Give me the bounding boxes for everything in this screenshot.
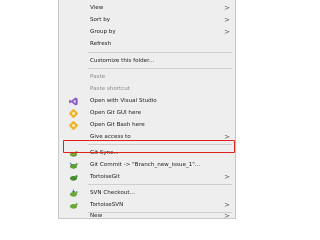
menu-item-label: Open Git Bash here <box>90 122 145 128</box>
chevron-right-icon: > <box>224 16 230 24</box>
menu-item-label: Git Commit -> "Branch_new_issue_1"... <box>90 162 201 168</box>
annotation-highlight-box <box>63 140 235 153</box>
menu-item-new[interactable]: New > <box>59 213 235 219</box>
chevron-right-icon: > <box>224 28 230 36</box>
chevron-right-icon: > <box>224 213 230 219</box>
menu-item-tortoisegit[interactable]: TortoiseGit > <box>59 171 235 183</box>
menu-item-label: View <box>90 5 104 11</box>
menu-item-sort-by[interactable]: Sort by > <box>59 14 235 26</box>
visual-studio-icon <box>69 97 78 106</box>
menu-item-git-commit[interactable]: Git Commit -> "Branch_new_issue_1"... <box>59 159 235 171</box>
menu-item-refresh[interactable]: Refresh <box>59 38 235 50</box>
context-menu: View > Sort by > Group by > Refresh Cust… <box>58 0 236 219</box>
menu-separator <box>88 52 232 53</box>
menu-item-paste-shortcut: Paste shortcut <box>59 83 235 95</box>
menu-item-label: Open Git GUI here <box>90 110 142 116</box>
menu-item-svn-checkout[interactable]: SVN Checkout... <box>59 187 235 199</box>
menu-item-open-git-gui[interactable]: Open Git GUI here <box>59 107 235 119</box>
tortoisesvn-icon <box>69 203 78 209</box>
git-gui-icon <box>69 109 78 118</box>
menu-separator <box>88 68 232 69</box>
menu-item-customize-folder[interactable]: Customize this folder... <box>59 55 235 67</box>
menu-item-open-git-bash[interactable]: Open Git Bash here <box>59 119 235 131</box>
chevron-right-icon: > <box>224 173 230 181</box>
menu-item-label: Group by <box>90 29 116 35</box>
menu-item-paste: Paste <box>59 71 235 83</box>
menu-item-label: TortoiseSVN <box>90 202 124 208</box>
menu-item-label: TortoiseGit <box>90 174 120 180</box>
menu-item-label: Paste <box>90 74 106 80</box>
menu-item-group-by[interactable]: Group by > <box>59 26 235 38</box>
git-bash-icon <box>69 121 78 130</box>
tortoisegit-commit-icon <box>69 162 78 169</box>
tortoisegit-icon <box>69 175 78 181</box>
menu-item-label: Customize this folder... <box>90 58 155 64</box>
menu-item-label: Open with Visual Studio <box>90 98 157 104</box>
menu-item-label: Sort by <box>90 17 111 23</box>
chevron-right-icon: > <box>224 201 230 209</box>
menu-item-label: Refresh <box>90 41 112 47</box>
menu-item-label: New <box>90 213 103 219</box>
svn-checkout-icon <box>69 189 78 197</box>
menu-item-view[interactable]: View > <box>59 2 235 14</box>
menu-separator <box>88 184 232 185</box>
chevron-right-icon: > <box>224 4 230 12</box>
menu-item-label: Paste shortcut <box>90 86 131 92</box>
menu-item-tortoisesvn[interactable]: TortoiseSVN > <box>59 199 235 211</box>
menu-item-label: SVN Checkout... <box>90 190 135 196</box>
menu-item-open-visual-studio[interactable]: Open with Visual Studio <box>59 95 235 107</box>
